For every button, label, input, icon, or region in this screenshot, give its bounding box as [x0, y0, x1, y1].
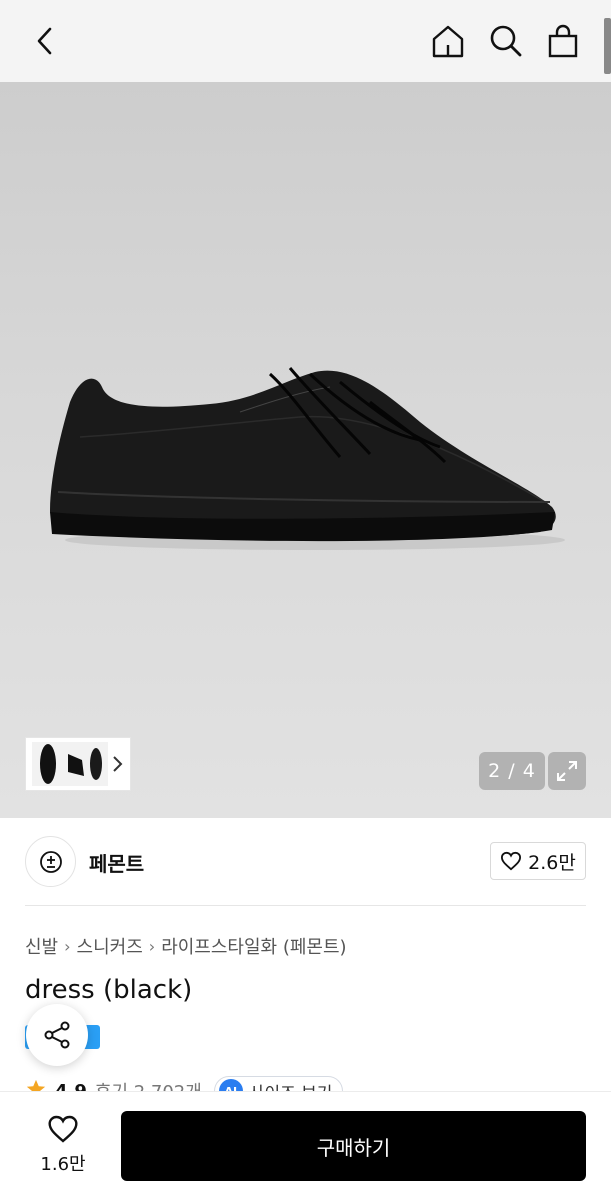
- brand-row: 페몬트 2.6만: [0, 818, 611, 906]
- thumbnail-image[interactable]: [32, 742, 108, 786]
- top-navigation-bar: [0, 0, 611, 82]
- brand-name[interactable]: 페몬트: [89, 848, 144, 877]
- chevron-right-icon: ›: [148, 936, 156, 956]
- buy-button[interactable]: 구매하기: [121, 1111, 586, 1181]
- search-icon[interactable]: [486, 21, 526, 61]
- expand-icon[interactable]: [548, 752, 586, 790]
- heart-icon: [48, 1115, 78, 1143]
- share-icon[interactable]: [26, 1004, 88, 1066]
- breadcrumb-item[interactable]: 라이프스타일화 (페몬트): [161, 933, 346, 959]
- breadcrumb-item[interactable]: 신발: [25, 933, 58, 959]
- product-image-gallery[interactable]: [0, 82, 611, 818]
- product-like-count: 1.6만: [40, 1154, 86, 1175]
- brand-like-count: 2.6만: [528, 851, 576, 874]
- brand-like-button[interactable]: 2.6만: [490, 842, 586, 880]
- shopping-bag-icon[interactable]: [543, 21, 583, 61]
- image-pager: 2 / 4: [479, 752, 545, 790]
- home-icon[interactable]: [428, 21, 468, 61]
- heart-icon: [501, 851, 522, 871]
- thumbnail-strip[interactable]: [25, 737, 131, 791]
- chevron-right-icon[interactable]: [110, 754, 124, 778]
- back-icon[interactable]: [25, 21, 65, 61]
- divider: [25, 905, 586, 906]
- product-like-button[interactable]: 1.6만: [25, 1114, 101, 1176]
- product-title: dress (black): [25, 975, 193, 1005]
- brand-logo-icon[interactable]: [25, 836, 76, 887]
- breadcrumb-item[interactable]: 스니커즈: [77, 933, 143, 959]
- bottom-action-bar: 1.6만 구매하기: [0, 1091, 611, 1200]
- product-image-shoe: [50, 367, 565, 550]
- scroll-indicator: [604, 18, 611, 74]
- breadcrumb: 신발 › 스니커즈 › 라이프스타일화 (페몬트): [25, 933, 347, 959]
- chevron-right-icon: ›: [64, 936, 71, 956]
